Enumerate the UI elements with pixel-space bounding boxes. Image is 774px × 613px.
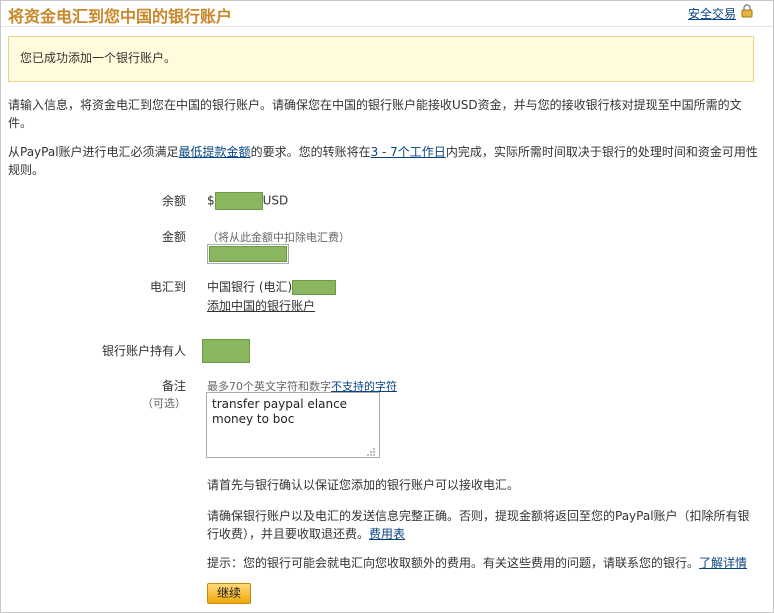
account-holder-label: 银行账户持有人 (102, 344, 187, 358)
amount-redacted (209, 246, 287, 262)
rules-text-1: 从PayPal账户进行电汇必须满足 (8, 145, 179, 159)
page-title: 将资金电汇到您中国的银行账户 (8, 7, 233, 26)
minimum-withdrawal-link[interactable]: 最低提款金额 (179, 145, 251, 159)
tip-paragraph: 提示：您的银行可能会就电汇向您收取额外的费用。有关这些费用的问题，请联系您的银行… (207, 554, 767, 571)
lock-icon (740, 4, 754, 18)
balance-currency: USD (262, 193, 289, 208)
amount-input[interactable] (207, 244, 289, 264)
transfer-rules-paragraph: 从PayPal账户进行电汇必须满足最低提款金额的要求。您的转账将在3 - 7个工… (8, 143, 758, 179)
header-divider (1, 26, 773, 27)
ensure-info-text: 请确保银行账户以及电汇的发送信息完整正确。否则，提现金额将返回至您的PayPal… (207, 509, 750, 541)
tip-text: 提示：您的银行可能会就电汇向您收取额外的费用。有关这些费用的问题，请联系您的银行… (207, 556, 700, 570)
secure-transaction-link[interactable]: 安全交易 (688, 5, 736, 22)
continue-button[interactable]: 继续 (207, 583, 251, 604)
balance-redacted (214, 192, 263, 210)
success-notice-text: 您已成功添加一个银行账户。 (20, 51, 177, 65)
resize-grip-icon[interactable] (366, 446, 376, 456)
wire-to-label: 电汇到 (149, 280, 186, 294)
amount-label: 金额 (161, 230, 186, 244)
note-optional-label: （可选） (142, 397, 186, 410)
note-label: 备注 (161, 379, 186, 393)
wire-to-bank: 中国银行 (电汇) (207, 280, 293, 294)
success-notice: 您已成功添加一个银行账户。 (8, 36, 754, 82)
balance-currency-symbol: $ (207, 193, 215, 208)
business-days-link[interactable]: 3 - 7个工作日 (371, 145, 446, 159)
intro-paragraph: 请输入信息，将资金电汇到您在中国的银行账户。请确保您在中国的银行账户能接收USD… (8, 98, 742, 130)
learn-more-link[interactable]: 了解详情 (699, 556, 747, 570)
amount-hint: （将从此金额中扣除电汇费） (207, 231, 350, 244)
note-textarea[interactable]: transfer paypal elance money to boc (206, 392, 380, 458)
bank-confirm-text: 请首先与银行确认以保证您添加的银行账户可以接收电汇。 (207, 478, 520, 492)
ensure-info-paragraph: 请确保银行账户以及电汇的发送信息完整正确。否则，提现金额将返回至您的PayPal… (207, 507, 755, 543)
balance-value: $ USD (207, 192, 288, 210)
wire-to-value: 中国银行 (电汇) (207, 278, 337, 295)
account-holder-redacted (202, 339, 250, 363)
rules-text-2: 的要求。您的转账将在 (250, 145, 371, 159)
fee-schedule-link[interactable]: 费用表 (369, 527, 405, 541)
balance-label: 余额 (161, 194, 186, 208)
bank-account-redacted (292, 280, 337, 295)
add-bank-account-link[interactable]: 添加中国的银行账户 (207, 297, 315, 314)
